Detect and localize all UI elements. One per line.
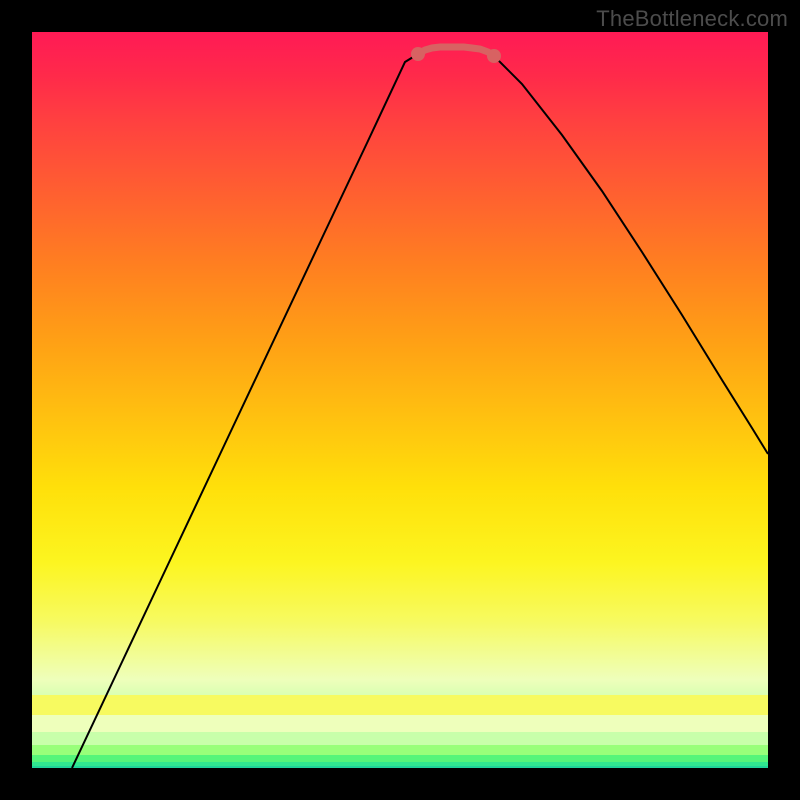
plot-area: [32, 32, 768, 768]
curve-left-branch: [72, 54, 418, 768]
curve-right-branch: [494, 56, 768, 454]
curve-flat-segment: [418, 47, 494, 56]
curve-layer: [32, 32, 768, 768]
flat-dot-left: [411, 47, 425, 61]
chart-frame: TheBottleneck.com: [0, 0, 800, 800]
watermark-text: TheBottleneck.com: [596, 6, 788, 32]
flat-dot-right: [487, 49, 501, 63]
